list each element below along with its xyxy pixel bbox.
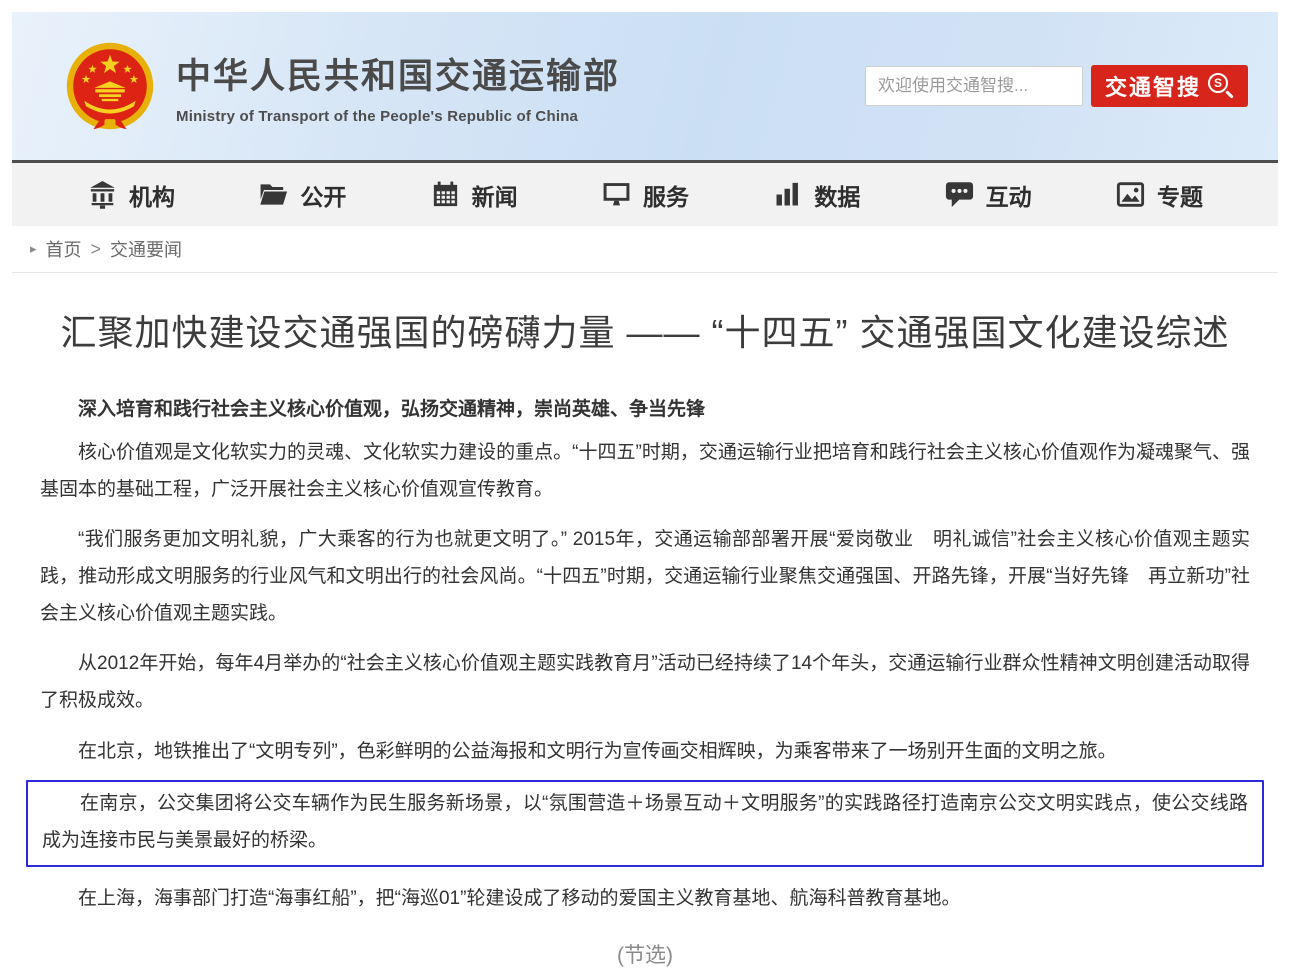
breadcrumb-home-link[interactable]: 首页 <box>46 236 82 262</box>
brand-text: 中华人民共和国交通运输部 Ministry of Transport of th… <box>176 48 620 125</box>
nav-label: 公开 <box>300 178 346 212</box>
nav-label: 互动 <box>986 178 1032 212</box>
nav-item-xinwen[interactable]: 新闻 <box>430 178 518 212</box>
picture-icon <box>1115 179 1146 210</box>
main-nav: 机构 公开 新闻 服务 <box>12 160 1278 226</box>
nav-label: 专题 <box>1157 178 1203 212</box>
excerpt-note: (节选) <box>40 939 1250 969</box>
search-icon: S <box>1208 73 1234 99</box>
folder-icon <box>258 179 289 210</box>
article-paragraph: “我们服务更加文明礼貌，广大乘客的行为也就更文明了。” 2015年，交通运输部部… <box>40 521 1250 632</box>
search-button[interactable]: 交通智搜 S <box>1091 65 1248 107</box>
monitor-icon <box>601 179 632 210</box>
article: 汇聚加快建设交通强国的磅礴力量 —— “十四五” 交通强国文化建设综述 深入培育… <box>12 273 1278 969</box>
breadcrumb: ▸ 首页 > 交通要闻 <box>12 226 1278 273</box>
nav-item-fuwu[interactable]: 服务 <box>601 178 689 212</box>
article-paragraph: 在北京，地铁推出了“文明专列”，色彩鲜明的公益海报和文明行为宣传画交相辉映，为乘… <box>40 733 1250 770</box>
page: 中华人民共和国交通运输部 Ministry of Transport of th… <box>0 0 1290 978</box>
breadcrumb-current-link[interactable]: 交通要闻 <box>110 236 182 262</box>
article-title: 汇聚加快建设交通强国的磅礴力量 —— “十四五” 交通强国文化建设综述 <box>40 311 1250 354</box>
article-paragraph: 从2012年开始，每年4月举办的“社会主义核心价值观主题实践教育月”活动已经持续… <box>40 645 1250 719</box>
nav-label: 数据 <box>814 178 860 212</box>
search-button-label: 交通智搜 <box>1105 70 1201 102</box>
nav-item-jigou[interactable]: 机构 <box>87 178 175 212</box>
speech-bubble-icon <box>944 179 975 210</box>
site-header: 中华人民共和国交通运输部 Ministry of Transport of th… <box>12 12 1278 160</box>
article-subheading: 深入培育和践行社会主义核心价值观，弘扬交通精神，崇尚英雄、争当先锋 <box>40 394 1250 421</box>
national-emblem-icon <box>64 40 156 132</box>
highlighted-paragraph-box: 在南京，公交集团将公交车辆作为民生服务新场景，以“氛围营造＋场景互动＋文明服务”… <box>26 780 1264 867</box>
nav-label: 新闻 <box>472 178 518 212</box>
nav-item-gongkai[interactable]: 公开 <box>258 178 346 212</box>
article-paragraph: 在上海，海事部门打造“海事红船”，把“海巡01”轮建设成了移动的爱国主义教育基地… <box>40 880 1250 917</box>
nav-label: 服务 <box>643 178 689 212</box>
breadcrumb-separator: > <box>91 239 102 260</box>
site-title-cn: 中华人民共和国交通运输部 <box>176 48 620 99</box>
site-title-en: Ministry of Transport of the People's Re… <box>176 108 620 125</box>
site-brand[interactable]: 中华人民共和国交通运输部 Ministry of Transport of th… <box>64 40 620 132</box>
article-paragraph: 核心价值观是文化软实力的灵魂、文化软实力建设的重点。“十四五”时期，交通运输行业… <box>40 434 1250 508</box>
nav-label: 机构 <box>129 178 175 212</box>
nav-item-hudong[interactable]: 互动 <box>944 178 1032 212</box>
breadcrumb-arrow-icon: ▸ <box>30 241 37 257</box>
calendar-icon <box>430 179 461 210</box>
bank-icon <box>87 179 118 210</box>
nav-item-zhuanti[interactable]: 专题 <box>1115 178 1203 212</box>
nav-item-shuju[interactable]: 数据 <box>772 178 860 212</box>
search-area: 交通智搜 S <box>865 65 1248 107</box>
article-paragraph-highlighted: 在南京，公交集团将公交车辆作为民生服务新场景，以“氛围营造＋场景互动＋文明服务”… <box>42 785 1248 859</box>
search-input[interactable] <box>865 66 1083 106</box>
bar-chart-icon <box>772 179 803 210</box>
